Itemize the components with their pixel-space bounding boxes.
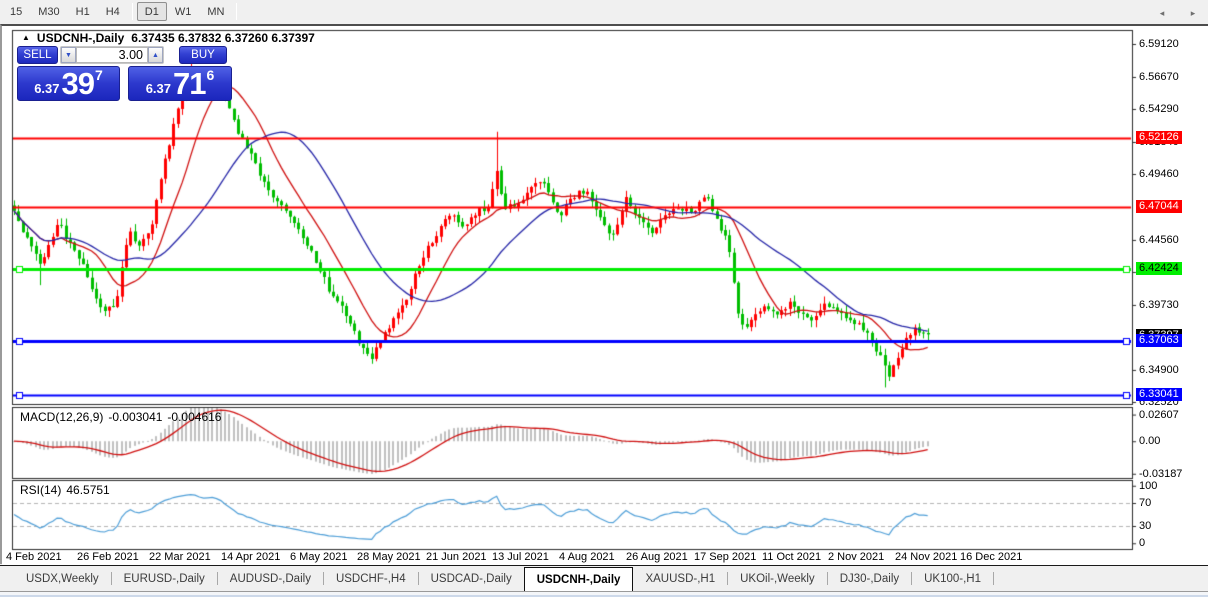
time-axis-label: 21 Jun 2021	[426, 551, 487, 563]
hline-price-label[interactable]: 6.52126	[1136, 131, 1182, 145]
price-axis-tick: 6.54290	[1139, 102, 1179, 115]
bid-price-pip-digit: 7	[95, 67, 103, 83]
timeframe-toolbar: 15 M30 H1 H4 D1 W1 MN	[0, 0, 1208, 23]
timeframe-button-h1[interactable]: H1	[68, 2, 98, 21]
rsi-axis-tick: 0	[1139, 537, 1146, 550]
chart-tab-uk100[interactable]: UK100-,H1	[912, 566, 993, 591]
tab-scroll-left-icon[interactable]: ◂	[1155, 7, 1169, 20]
hline-price-label[interactable]: 6.37063	[1136, 333, 1182, 347]
rsi-name: RSI(14)	[20, 483, 62, 497]
tab-scroll-right-icon[interactable]: ▸	[1186, 7, 1200, 20]
macd-indicator-label: MACD(12,26,9) -0.003041 -0.004616	[20, 410, 221, 424]
price-axis-tick: 6.39730	[1139, 298, 1179, 311]
chart-tab-usdchf[interactable]: USDCHF-,H4	[324, 566, 418, 591]
price-axis-tick: 6.59120	[1139, 37, 1179, 50]
chart-window: ▲ USDCNH-,Daily 6.37435 6.37832 6.37260 …	[0, 24, 1208, 566]
macd-axis-tick: 0.02607	[1139, 408, 1179, 421]
time-axis-label: 24 Nov 2021	[895, 551, 958, 563]
timeframe-button-m30[interactable]: M30	[30, 2, 67, 21]
time-axis-label: 28 May 2021	[357, 551, 421, 563]
timeframe-button-d1[interactable]: D1	[136, 2, 167, 21]
status-bar	[0, 591, 1208, 597]
volume-increase-icon[interactable]: ▲	[148, 47, 163, 63]
ask-price-prefix: 6.37	[145, 81, 172, 96]
price-axis-tick: 6.34900	[1139, 363, 1179, 376]
toolbar-separator	[236, 3, 238, 20]
time-axis-label: 11 Oct 2021	[762, 551, 822, 563]
time-axis-label: 4 Aug 2021	[559, 551, 615, 563]
macd-axis-tick: 0.00	[1139, 435, 1161, 448]
bid-price-big-digits: 39	[61, 66, 95, 101]
bid-price-button[interactable]: 6.37 39 7	[17, 66, 120, 101]
chart-tab-ukoil[interactable]: UKOil-,Weekly	[728, 566, 827, 591]
ask-price-button[interactable]: 6.37 71 6	[128, 66, 232, 101]
time-axis-label: 22 Mar 2021	[149, 551, 211, 563]
chart-tab-usdcnh[interactable]: USDCNH-,Daily	[523, 567, 634, 591]
price-axis-tick: 6.56670	[1139, 70, 1179, 83]
chart-symbol-period: USDCNH-,Daily	[36, 31, 125, 45]
volume-stepper: ▼ 3.00 ▲	[60, 46, 164, 64]
time-axis-label: 16 Dec 2021	[960, 551, 1023, 563]
timeframe-button-15[interactable]: 15	[2, 2, 30, 21]
chart-tab-usdx[interactable]: USDX,Weekly	[14, 566, 111, 591]
hline-price-label[interactable]: 6.42424	[1136, 261, 1182, 275]
rsi-indicator-label: RSI(14) 46.5751	[20, 483, 110, 497]
tab-separator	[993, 572, 995, 585]
rsi-value: 46.5751	[66, 483, 110, 497]
chart-tab-eurusd[interactable]: EURUSD-,Daily	[112, 566, 217, 591]
ask-price-big-digits: 71	[173, 66, 206, 101]
chart-tab-xauusd[interactable]: XAUUSD-,H1	[633, 566, 727, 591]
timeframe-button-mn[interactable]: MN	[199, 2, 232, 21]
rsi-axis-tick: 70	[1139, 497, 1152, 509]
volume-decrease-icon[interactable]: ▼	[61, 47, 76, 63]
timeframe-button-w1[interactable]: W1	[167, 2, 200, 21]
chart-tab-audusd[interactable]: AUDUSD-,Daily	[218, 566, 323, 591]
macd-signal-value: -0.004616	[167, 410, 222, 424]
chart-ohlc-values: 6.37435 6.37832 6.37260 6.37397	[131, 31, 315, 45]
time-axis-label: 26 Aug 2021	[626, 551, 688, 563]
chart-tab-dj30[interactable]: DJ30-,Daily	[828, 566, 911, 591]
rsi-axis-tick: 100	[1139, 479, 1158, 492]
price-axis-tick: 6.49460	[1139, 168, 1179, 180]
chart-tab-usdcad[interactable]: USDCAD-,Daily	[419, 566, 524, 591]
hline-price-label[interactable]: 6.47044	[1136, 199, 1182, 213]
one-click-trading-panel: SELL ▼ 3.00 ▲ BUY 6.37 39 7 6.37 71 6	[17, 46, 232, 101]
toolbar-separator	[131, 3, 133, 20]
bid-price-prefix: 6.37	[34, 81, 60, 96]
sell-button[interactable]: SELL	[17, 46, 58, 64]
time-axis-label: 2 Nov 2021	[828, 551, 885, 563]
price-axis-tick: 6.44560	[1139, 233, 1179, 246]
volume-input[interactable]: 3.00	[76, 47, 148, 63]
ask-price-pip-digit: 6	[206, 67, 215, 83]
time-axis-label: 14 Apr 2021	[221, 551, 281, 563]
time-axis-label: 6 May 2021	[290, 551, 348, 563]
time-axis-label: 13 Jul 2021	[492, 551, 549, 563]
macd-main-value: -0.003041	[108, 410, 163, 424]
timeframe-button-h4[interactable]: H4	[98, 2, 128, 21]
buy-button[interactable]: BUY	[179, 46, 227, 64]
time-axis-label: 26 Feb 2021	[77, 551, 139, 563]
time-axis-label: 4 Feb 2021	[6, 551, 62, 563]
chart-tab-bar: USDX,Weekly EURUSD-,Daily AUDUSD-,Daily USD…	[0, 565, 1208, 591]
chart-title: ▲ USDCNH-,Daily 6.37435 6.37832 6.37260 …	[22, 31, 315, 45]
price-chart-canvas[interactable]	[2, 26, 1208, 566]
collapse-quote-panel-icon[interactable]: ▲	[22, 33, 30, 42]
time-axis-label: 17 Sep 2021	[694, 551, 757, 563]
macd-name: MACD(12,26,9)	[20, 410, 104, 424]
rsi-axis-tick: 30	[1139, 520, 1152, 532]
mt4-terminal: 15 M30 H1 H4 D1 W1 MN ▲ USDCNH-,Daily 6.37435 …	[0, 0, 1208, 597]
hline-price-label[interactable]: 6.33041	[1136, 387, 1182, 401]
